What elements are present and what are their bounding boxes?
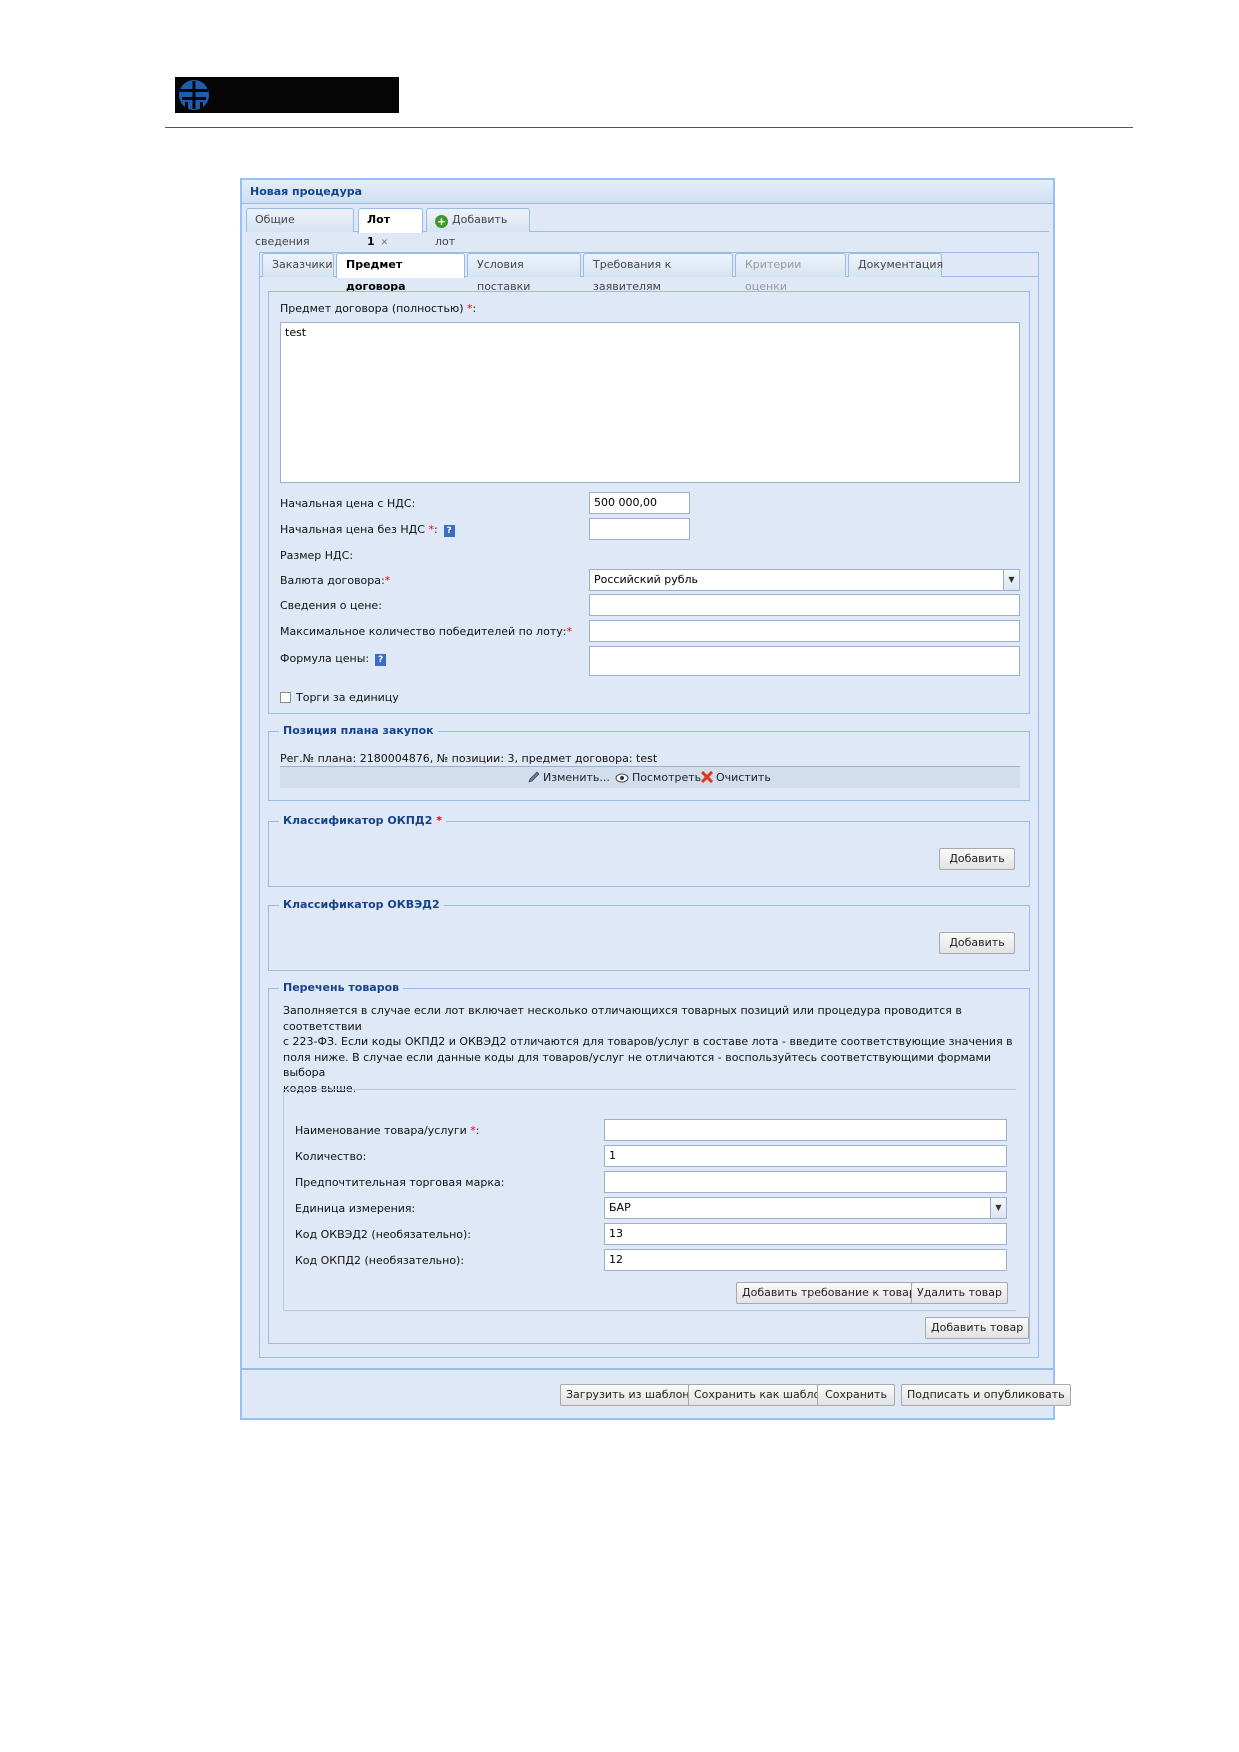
subject-label: Предмет договора (полностью) *: <box>280 302 477 315</box>
per-unit-checkbox-row[interactable]: Торги за единицу <box>280 691 399 704</box>
delete-item-button[interactable]: Удалить товар <box>911 1282 1008 1304</box>
max-winners-label: Максимальное количество победителей по л… <box>280 625 572 638</box>
price-without-vat-input[interactable] <box>589 518 690 540</box>
goods-list-legend: Перечень товаров <box>279 981 404 994</box>
help-icon[interactable]: ? <box>375 654 387 666</box>
unit-select[interactable]: БАР ▼ <box>604 1197 1007 1219</box>
price-formula-input[interactable] <box>589 646 1020 676</box>
unit-label: Единица измерения: <box>295 1202 416 1215</box>
eye-icon <box>615 773 629 783</box>
chevron-down-icon[interactable]: ▼ <box>990 1198 1006 1218</box>
okpd2-code-input[interactable]: 12 <box>604 1249 1007 1271</box>
add-okved2-button[interactable]: Добавить <box>939 932 1015 954</box>
okved2-code-label: Код ОКВЭД2 (необязательно): <box>295 1228 472 1241</box>
logo-emblem-icon <box>179 80 209 110</box>
tab-customers[interactable]: Заказчики <box>262 253 334 277</box>
plan-position-text: Рег.№ плана: 2180004876, № позиции: 3, п… <box>280 752 658 765</box>
per-unit-checkbox[interactable] <box>280 692 291 703</box>
tab-lot-1[interactable]: Лот 1 ✕ <box>358 208 423 248</box>
plan-position-section: Позиция плана закупок Рег.№ плана: 21800… <box>268 724 1030 801</box>
item-name-input[interactable] <box>604 1119 1007 1141</box>
tab-applicant-requirements[interactable]: Требования к заявителям <box>583 253 733 293</box>
tab-evaluation-criteria: Критерии оценки <box>735 253 846 293</box>
window-title: Новая процедура <box>242 180 1053 204</box>
brand-label: Предпочтительная торговая марка: <box>295 1176 505 1189</box>
okved2-section: Классификатор ОКВЭД2 Добавить <box>268 898 1030 971</box>
tab-contract-subject[interactable]: Предмет договора <box>336 253 465 293</box>
brand-input[interactable] <box>604 1171 1007 1193</box>
footer-divider <box>242 1368 1053 1370</box>
close-tab-icon[interactable]: ✕ <box>381 238 389 248</box>
lot-panel: Заказчики Предмет договора Условия поста… <box>259 252 1039 1358</box>
vat-size-label: Размер НДС: <box>280 549 354 562</box>
goods-description: Заполняется в случае если лот включает н… <box>283 1003 1023 1096</box>
goods-item-form: Наименование товара/услуги *: Количество… <box>283 1089 1016 1311</box>
sub-tab-strip: Заказчики Предмет договора Условия поста… <box>260 253 1038 293</box>
price-formula-label: Формула цены:? <box>280 652 387 666</box>
load-template-button[interactable]: Загрузить из шаблона <box>560 1384 703 1406</box>
quantity-input[interactable]: 1 <box>604 1145 1007 1167</box>
save-button[interactable]: Сохранить <box>817 1384 895 1406</box>
pencil-icon <box>528 771 540 783</box>
new-procedure-window: Новая процедура Общие сведения Лот 1 ✕ + Д… <box>240 178 1071 1420</box>
currency-select[interactable]: Российский рубль ▼ <box>589 569 1020 591</box>
add-icon: + <box>435 215 448 228</box>
goods-description-line: поля ниже. В случае если данные коды для… <box>283 1050 991 1080</box>
tab-delivery-terms[interactable]: Условия поставки <box>467 253 581 293</box>
edit-plan-link[interactable]: Изменить... <box>528 771 610 784</box>
subject-section: Предмет договора (полностью) *: test Нач… <box>268 291 1030 714</box>
price-info-input[interactable] <box>589 594 1020 616</box>
view-plan-link[interactable]: Посмотреть <box>615 771 701 784</box>
company-logo <box>175 77 399 113</box>
save-template-button[interactable]: Сохранить как шаблон <box>688 1384 834 1406</box>
add-item-button[interactable]: Добавить товар <box>925 1317 1030 1339</box>
red-x-icon <box>701 771 713 783</box>
max-winners-input[interactable] <box>589 620 1020 642</box>
plan-actions-bar: Изменить... Посмотреть Очистить <box>280 766 1020 788</box>
clear-plan-link[interactable]: Очистить <box>701 771 771 784</box>
price-without-vat-label: Начальная цена без НДС *:? <box>280 523 455 537</box>
price-info-label: Сведения о цене: <box>280 599 382 612</box>
tab-general-info[interactable]: Общие сведения <box>246 208 354 248</box>
item-name-label: Наименование товара/услуги *: <box>295 1124 480 1137</box>
price-with-vat-label: Начальная цена с НДС: <box>280 497 416 510</box>
help-icon[interactable]: ? <box>443 525 455 537</box>
header-divider <box>165 127 1133 128</box>
goods-description-line: Заполняется в случае если лот включает н… <box>283 1004 962 1033</box>
subject-textarea[interactable]: test <box>280 322 1020 483</box>
currency-label: Валюта договора:* <box>280 574 391 587</box>
tab-documentation[interactable]: Документация <box>848 253 943 277</box>
tab-add-lot[interactable]: + Добавить лот <box>426 208 530 248</box>
goods-list-section: Перечень товаров Заполняется в случае ес… <box>268 981 1030 1344</box>
okved2-code-input[interactable]: 13 <box>604 1223 1007 1245</box>
quantity-label: Количество: <box>295 1150 367 1163</box>
top-tab-strip: Общие сведения Лот 1 ✕ + Добавить лот <box>246 208 1049 248</box>
price-with-vat-input[interactable]: 500 000,00 <box>589 492 690 514</box>
add-requirement-button[interactable]: Добавить требование к товару <box>736 1282 929 1304</box>
okpd2-section: Классификатор ОКПД2 * Добавить <box>268 814 1030 887</box>
sign-publish-button[interactable]: Подписать и опубликовать <box>901 1384 1071 1406</box>
goods-description-line: с 223-ФЗ. Если коды ОКПД2 и ОКВЭД2 отлич… <box>283 1035 1013 1048</box>
okpd2-legend: Классификатор ОКПД2 * <box>279 814 446 827</box>
add-okpd2-button[interactable]: Добавить <box>939 848 1015 870</box>
okpd2-code-label: Код ОКПД2 (необязательно): <box>295 1254 465 1267</box>
okved2-legend: Классификатор ОКВЭД2 <box>279 898 444 911</box>
chevron-down-icon[interactable]: ▼ <box>1003 570 1019 590</box>
plan-position-legend: Позиция плана закупок <box>279 724 438 737</box>
